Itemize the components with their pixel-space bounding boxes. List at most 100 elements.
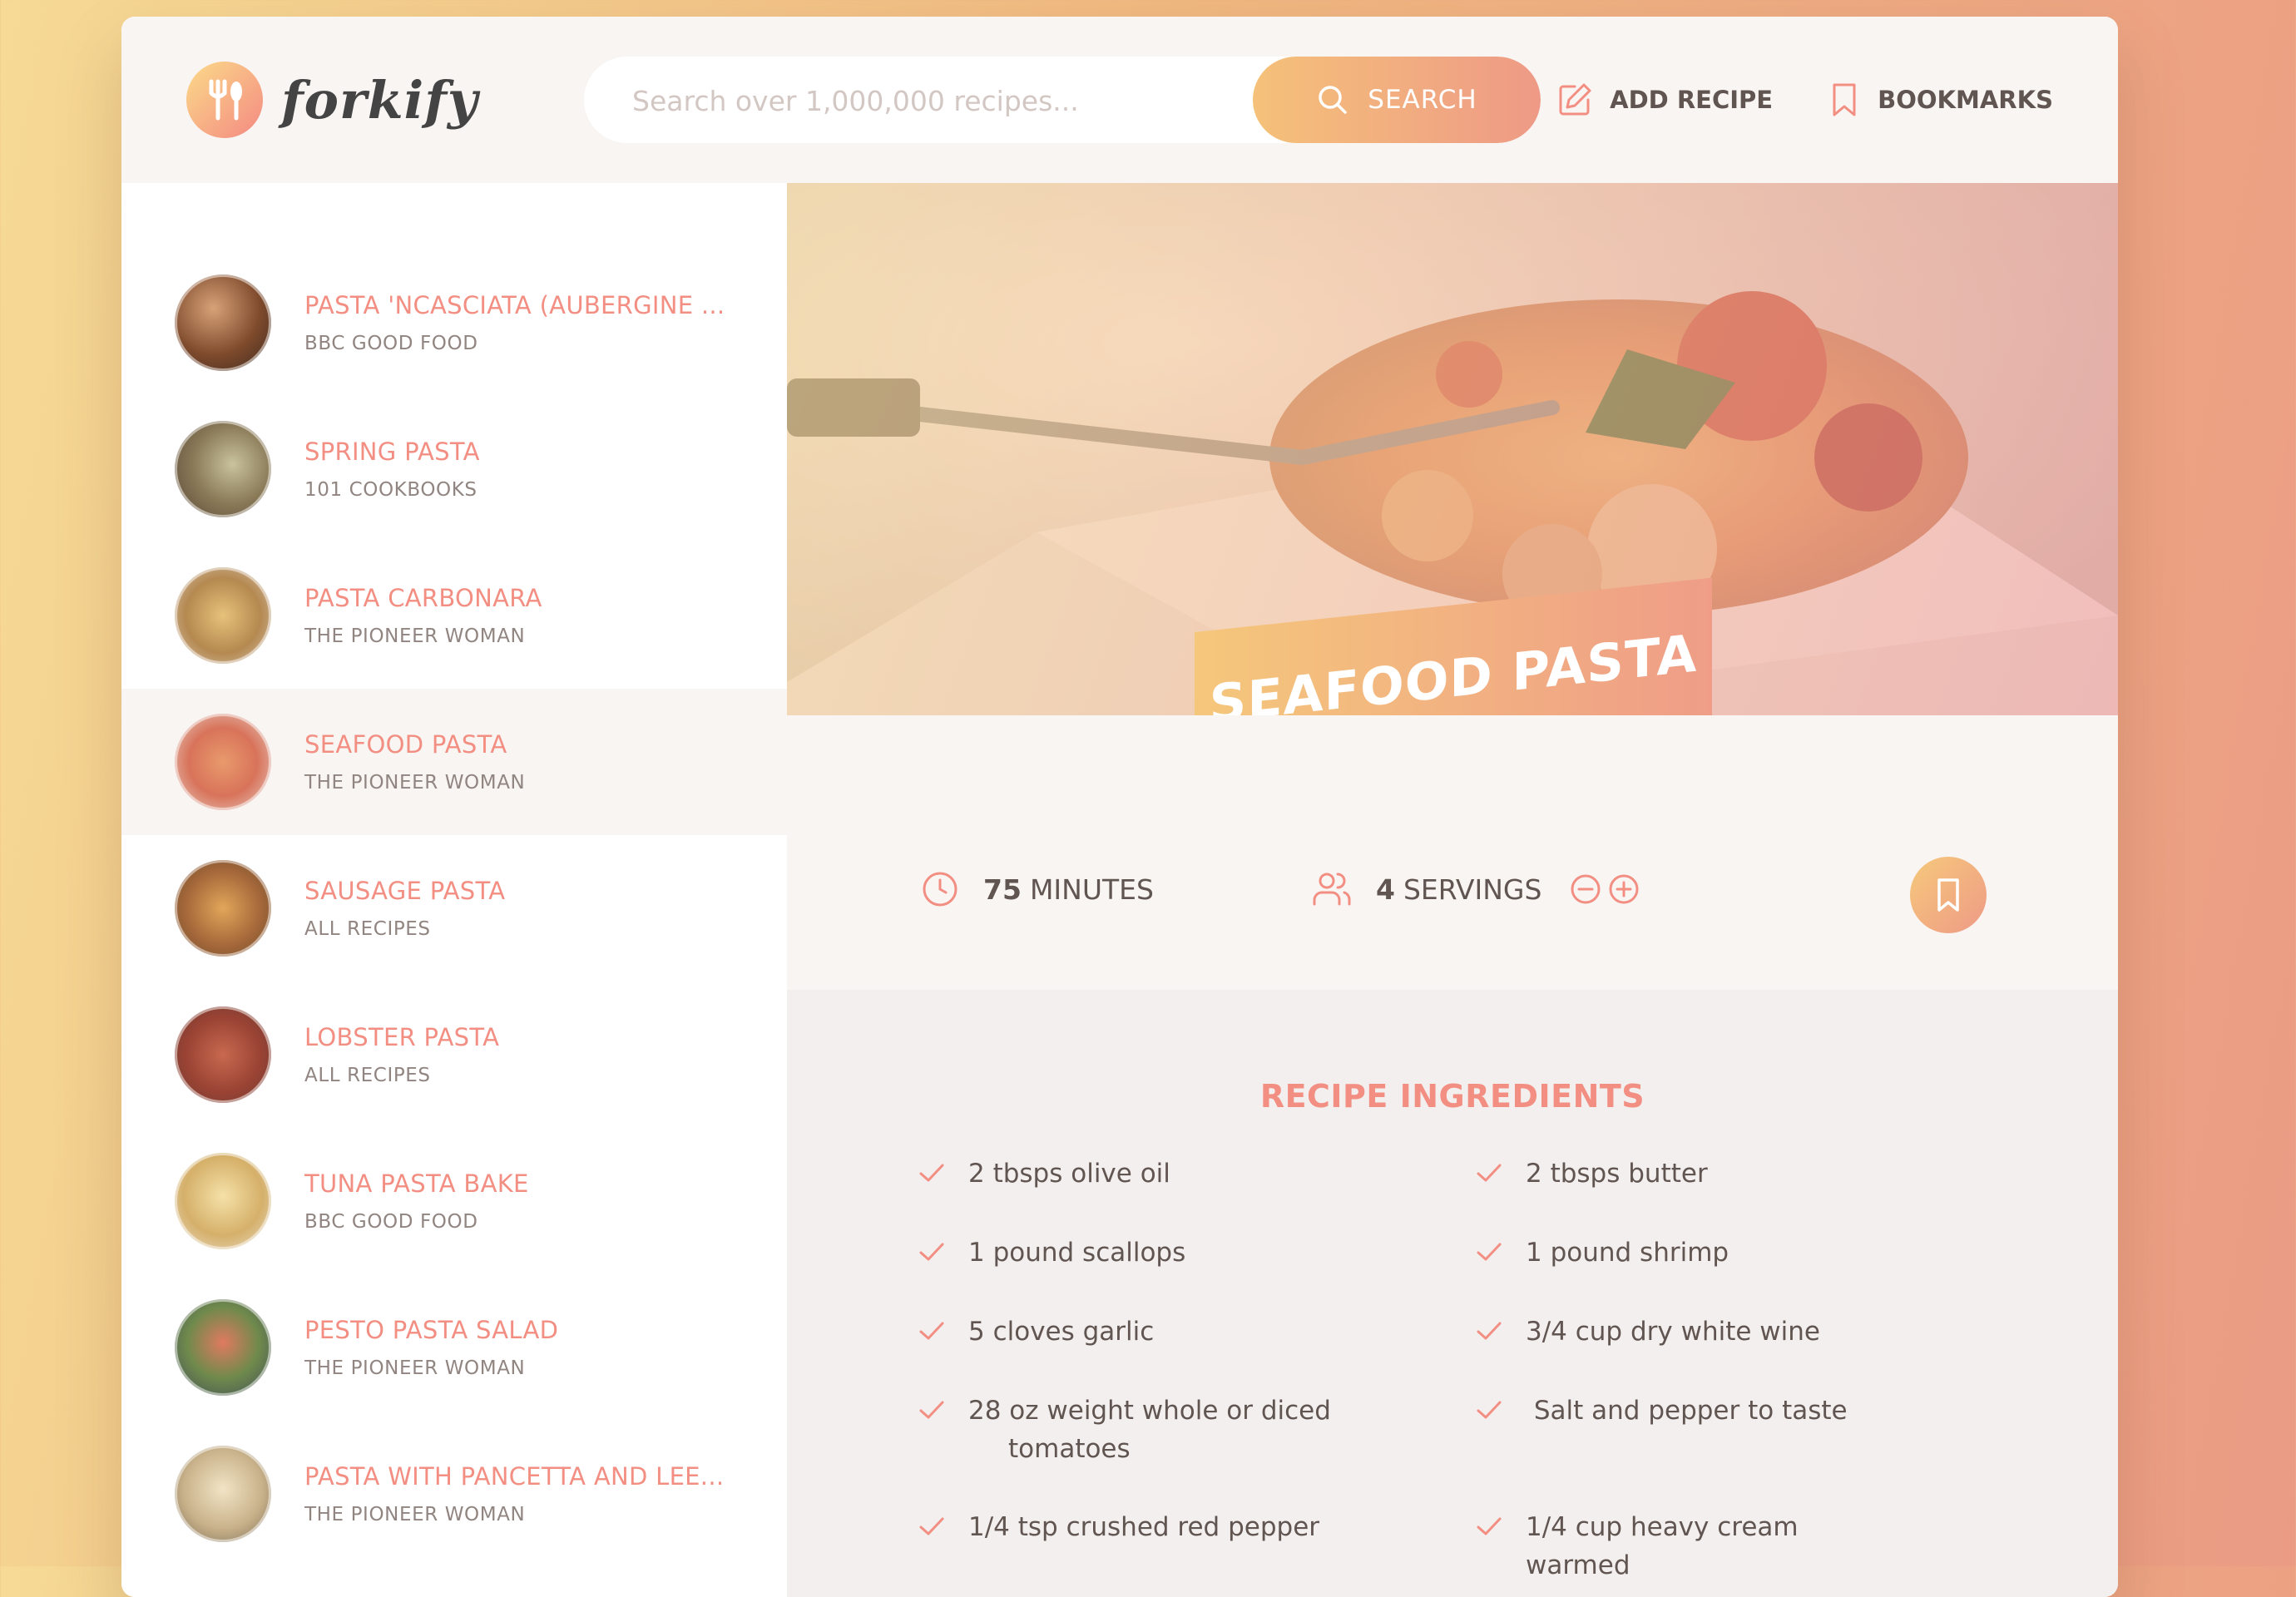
ingredient-text: 2 tbsps butter — [1526, 1159, 1708, 1189]
check-icon — [1477, 1517, 1502, 1535]
recipe-thumbnail — [175, 421, 271, 517]
result-title: PESTO PASTA SALAD — [304, 1316, 559, 1344]
result-publisher: THE PIONEER WOMAN — [304, 772, 526, 794]
ingredient-item: Salt and pepper to taste — [1474, 1392, 1892, 1430]
result-publisher: 101 COOKBOOKS — [304, 479, 478, 501]
ingredient-text: 1 pound shrimp — [1526, 1238, 1729, 1268]
search-button-label: SEARCH — [1368, 85, 1477, 115]
clock-icon — [923, 872, 957, 907]
recipe-thumbnail — [175, 714, 271, 810]
bookmark-icon — [1937, 878, 1959, 912]
ingredient-item: 2 tbsps olive oil — [917, 1154, 1334, 1193]
cooking-time: 75 MINUTES — [920, 869, 1154, 909]
ingredient-item: 5 cloves garlic — [917, 1313, 1334, 1351]
ingredient-text: 5 cloves garlic — [968, 1317, 1155, 1347]
plus-circle-icon — [1609, 874, 1639, 904]
recipe-thumbnail — [175, 1446, 271, 1542]
result-publisher: THE PIONEER WOMAN — [304, 625, 526, 647]
check-icon — [1477, 1243, 1502, 1261]
increase-servings-button[interactable] — [1608, 873, 1640, 905]
result-item[interactable]: PASTA CARBONARA THE PIONEER WOMAN — [121, 542, 787, 689]
search-input[interactable] — [584, 57, 1216, 143]
check-icon — [919, 1401, 944, 1419]
ingredient-text-line2: tomatoes — [1008, 1434, 1131, 1464]
search-button[interactable]: SEARCH — [1253, 57, 1541, 143]
ingredient-text: 28 oz weight whole or diced tomatoes — [968, 1392, 1334, 1468]
ingredient-text: 1/4 cup heavy cream warmed — [1526, 1512, 1799, 1580]
check-icon — [919, 1243, 944, 1261]
ingredient-text: 1 pound scallops — [968, 1238, 1186, 1268]
edit-icon — [1559, 83, 1591, 116]
search-form: SEARCH — [584, 57, 1541, 143]
minutes-label: MINUTES — [1029, 873, 1154, 906]
bookmark-icon — [1833, 83, 1856, 116]
header: forkify SEARCH ADD RECIPE — [121, 17, 2118, 183]
result-item[interactable]: PASTA 'NCASCIATA (AUBERGINE ... BBC GOOD… — [121, 250, 787, 396]
logo[interactable]: forkify — [186, 60, 478, 140]
nav: ADD RECIPE BOOKMARKS — [1502, 72, 2053, 128]
check-icon — [919, 1517, 944, 1535]
check-icon — [1477, 1164, 1502, 1182]
servings-value: 4 — [1376, 873, 1395, 906]
servings-label: SERVINGS — [1403, 873, 1542, 906]
minutes-value: 75 — [983, 873, 1022, 906]
bookmark-recipe-button[interactable] — [1910, 857, 1987, 933]
add-recipe-button[interactable]: ADD RECIPE — [1556, 82, 1773, 118]
recipe-view: SEAFOOD PASTA 75 MINUTES 4 SERVINGS RECI… — [787, 183, 2118, 1597]
recipe-thumbnail — [175, 860, 271, 957]
result-publisher: ALL RECIPES — [304, 918, 431, 940]
result-title: TUNA PASTA BAKE — [304, 1169, 529, 1198]
ingredient-item: 3/4 cup dry white wine — [1474, 1313, 1892, 1351]
ingredient-item: 1 pound shrimp — [1474, 1234, 1892, 1272]
recipe-thumbnail — [175, 1153, 271, 1249]
servings: 4 SERVINGS — [1311, 869, 1640, 909]
recipe-thumbnail — [175, 1299, 271, 1396]
search-results: PASTA 'NCASCIATA (AUBERGINE ... BBC GOOD… — [121, 183, 787, 1597]
recipe-thumbnail — [175, 567, 271, 664]
bookmarks-button[interactable]: BOOKMARKS — [1828, 82, 2053, 118]
result-item-active[interactable]: SEAFOOD PASTA THE PIONEER WOMAN — [121, 689, 787, 835]
result-item[interactable]: LOBSTER PASTA ALL RECIPES — [121, 981, 787, 1128]
users-icon — [1313, 873, 1351, 906]
check-icon — [919, 1164, 944, 1182]
decrease-servings-button[interactable] — [1570, 873, 1601, 905]
result-title: SAUSAGE PASTA — [304, 877, 506, 905]
result-item[interactable]: SAUSAGE PASTA ALL RECIPES — [121, 835, 787, 981]
ingredient-text-line1: 28 oz weight whole or diced — [968, 1396, 1331, 1426]
ingredient-text: Salt and pepper to taste — [1526, 1396, 1848, 1426]
ingredient-item: 1/4 cup heavy cream warmed — [1474, 1508, 1892, 1585]
result-item[interactable]: TUNA PASTA BAKE BBC GOOD FOOD — [121, 1128, 787, 1274]
result-publisher: BBC GOOD FOOD — [304, 333, 478, 354]
result-item[interactable]: PESTO PASTA SALAD THE PIONEER WOMAN — [121, 1274, 787, 1421]
ingredients-section: RECIPE INGREDIENTS 2 tbsps olive oil 1 p… — [787, 990, 2118, 1597]
app-window: forkify SEARCH ADD RECIPE — [121, 17, 2118, 1597]
result-title: PASTA CARBONARA — [304, 584, 542, 612]
add-recipe-label: ADD RECIPE — [1610, 86, 1774, 114]
ingredient-item: 1/4 tsp crushed red pepper — [917, 1508, 1334, 1546]
ingredients-heading: RECIPE INGREDIENTS — [1259, 1078, 1645, 1115]
recipe-details: 75 MINUTES 4 SERVINGS — [787, 715, 2118, 990]
ingredient-item: 28 oz weight whole or diced tomatoes — [917, 1392, 1334, 1468]
result-title: SPRING PASTA — [304, 438, 480, 466]
result-title: SEAFOOD PASTA — [304, 730, 507, 759]
ingredient-text: 2 tbsps olive oil — [968, 1159, 1170, 1189]
result-item[interactable]: SPRING PASTA 101 COOKBOOKS — [121, 396, 787, 542]
minus-circle-icon — [1571, 874, 1601, 904]
result-publisher: ALL RECIPES — [304, 1065, 431, 1086]
recipe-thumbnail — [175, 274, 271, 371]
result-title: PASTA WITH PANCETTA AND LEE... — [304, 1462, 725, 1491]
result-publisher: BBC GOOD FOOD — [304, 1211, 478, 1233]
result-publisher: THE PIONEER WOMAN — [304, 1504, 526, 1525]
ingredient-text: 3/4 cup dry white wine — [1526, 1317, 1820, 1347]
result-publisher: THE PIONEER WOMAN — [304, 1357, 526, 1379]
logo-text: forkify — [281, 69, 478, 131]
check-icon — [919, 1322, 944, 1340]
ingredient-item: 1 pound scallops — [917, 1234, 1334, 1272]
check-icon — [1477, 1401, 1502, 1419]
result-title: LOBSTER PASTA — [304, 1023, 500, 1051]
result-item[interactable]: PASTA WITH PANCETTA AND LEE... THE PIONE… — [121, 1421, 787, 1567]
result-title: PASTA 'NCASCIATA (AUBERGINE ... — [304, 291, 725, 319]
check-icon — [1477, 1322, 1502, 1340]
fork-knife-icon — [186, 62, 263, 138]
recipe-thumbnail — [175, 1006, 271, 1103]
